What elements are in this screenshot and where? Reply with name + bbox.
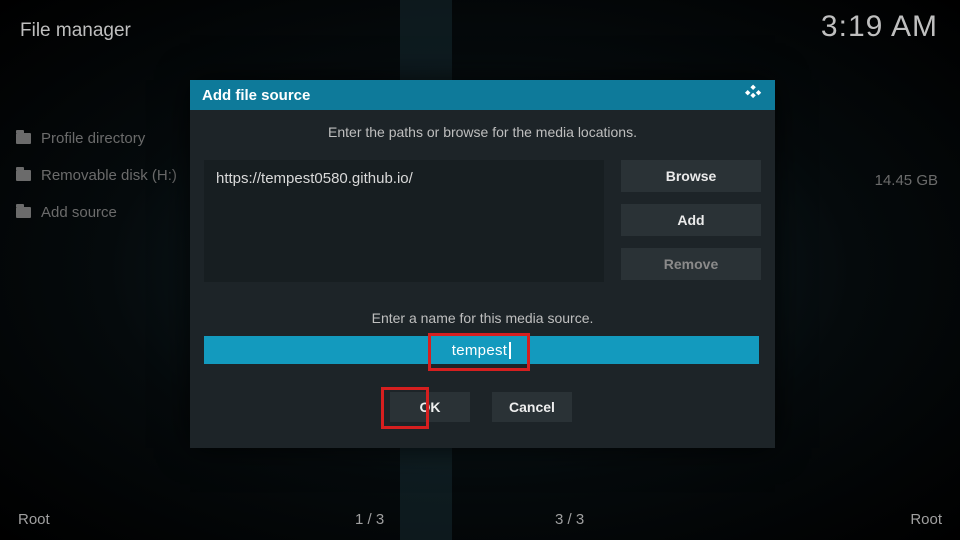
sidebar-item-label: Profile directory: [41, 130, 145, 147]
footer-count-left: 1 / 3: [355, 511, 384, 528]
sidebar-item-profile-directory[interactable]: Profile directory: [16, 130, 186, 147]
footer-path-right: Root: [910, 511, 942, 528]
folder-icon: [16, 133, 31, 144]
source-name-input[interactable]: tempest: [204, 336, 759, 364]
kodi-logo-icon: [745, 84, 763, 106]
sidebar-item-removable-disk[interactable]: Removable disk (H:): [16, 167, 186, 184]
folder-icon: [16, 207, 31, 218]
sidebar-item-add-source[interactable]: Add source: [16, 204, 186, 221]
add-file-source-dialog: Add file source Enter the paths or brows…: [190, 80, 775, 448]
path-input[interactable]: https://tempest0580.github.io/: [204, 160, 604, 282]
dialog-side-buttons: Browse Add Remove: [621, 160, 761, 280]
source-name-value: tempest: [452, 342, 507, 359]
paths-hint: Enter the paths or browse for the media …: [190, 124, 775, 140]
folder-icon: [16, 170, 31, 181]
sidebar: Profile directory Removable disk (H:) Ad…: [16, 130, 186, 221]
disk-size-label: 14.45 GB: [875, 172, 938, 189]
name-hint: Enter a name for this media source.: [190, 310, 775, 326]
text-caret-icon: [509, 342, 511, 359]
clock: 3:19 AM: [821, 10, 938, 44]
dialog-titlebar: Add file source: [190, 80, 775, 110]
add-button[interactable]: Add: [621, 204, 761, 236]
browse-button[interactable]: Browse: [621, 160, 761, 192]
sidebar-item-label: Removable disk (H:): [41, 167, 177, 184]
dialog-title: Add file source: [202, 87, 310, 104]
cancel-button[interactable]: Cancel: [492, 392, 572, 422]
footer-path-left: Root: [18, 511, 50, 528]
footer-count-right: 3 / 3: [555, 511, 584, 528]
remove-button[interactable]: Remove: [621, 248, 761, 280]
page-title: File manager: [20, 20, 131, 42]
sidebar-item-label: Add source: [41, 204, 117, 221]
ok-button[interactable]: OK: [390, 392, 470, 422]
